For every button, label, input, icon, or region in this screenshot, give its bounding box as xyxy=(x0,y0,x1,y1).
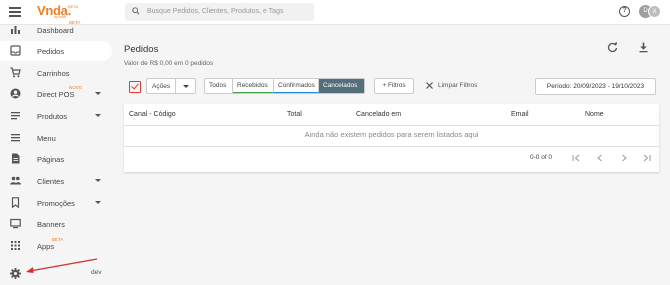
column-header-email[interactable]: Email xyxy=(511,111,529,118)
sidebar-item-direct-pos[interactable]: Direct POS NOVO xyxy=(0,84,112,104)
search-icon xyxy=(132,7,140,15)
sidebar-item-carrinhos[interactable]: Carrinhos xyxy=(0,63,112,83)
orders-table: Canal - Código Total Cancelado em Email … xyxy=(124,104,659,172)
column-header-cancelado-em[interactable]: Cancelado em xyxy=(356,111,401,118)
avatar-initial-2: X xyxy=(648,5,661,18)
avatar[interactable]: D X xyxy=(639,5,661,18)
page-title: Pedidos xyxy=(124,44,159,55)
sidebar-item-label: Clientes xyxy=(37,177,65,186)
tab-todos[interactable]: Todos xyxy=(205,79,233,93)
tab-recebidos[interactable]: Recebidos xyxy=(233,79,274,93)
first-page-icon[interactable] xyxy=(571,153,581,163)
people-icon xyxy=(10,176,21,185)
sidebar-item-promocoes[interactable]: Promoções xyxy=(0,193,112,213)
sidebar-item-label: Páginas xyxy=(37,155,65,164)
actions-dropdown[interactable]: Ações xyxy=(146,78,196,94)
sidebar-item-label: Menu xyxy=(37,134,56,143)
grid-icon xyxy=(11,241,20,250)
sidebar-item-label: Pedidos xyxy=(37,47,65,56)
apps-beta-badge: BETA xyxy=(52,237,64,242)
inbox-icon xyxy=(10,45,21,56)
sidebar-item-label: Apps xyxy=(37,242,55,251)
logo-sub: by MBR xyxy=(54,15,67,19)
add-filters-button[interactable]: + Filtros xyxy=(374,78,414,94)
header-divider xyxy=(124,125,659,126)
refresh-icon[interactable] xyxy=(607,42,618,53)
select-all-checkbox[interactable] xyxy=(129,81,141,93)
list-icon xyxy=(11,112,20,120)
dashboard-beta-badge: BETA xyxy=(69,20,81,25)
search-placeholder: Busque Pedidos, Clientes, Produtos, e Ta… xyxy=(147,8,284,15)
sidebar-item-paginas[interactable]: Páginas xyxy=(0,149,112,169)
cart-icon xyxy=(10,67,21,78)
bar-chart-icon xyxy=(11,26,20,34)
search-input[interactable]: Busque Pedidos, Clientes, Produtos, e Ta… xyxy=(125,3,314,21)
sidebar-item-clientes[interactable]: Clientes xyxy=(0,171,112,191)
bookmark-icon xyxy=(11,197,20,208)
chevron-down-icon xyxy=(95,179,101,182)
logo-beta-badge: BETA xyxy=(68,4,79,9)
hamburger-menu-icon[interactable] xyxy=(9,7,21,17)
download-icon[interactable] xyxy=(638,42,649,53)
status-tabs: Todos Recebidos Confirmados Cancelados xyxy=(204,78,365,94)
novo-badge: NOVO xyxy=(69,85,83,90)
sidebar-item-pedidos[interactable]: Pedidos xyxy=(0,41,112,61)
tab-confirmados[interactable]: Confirmados xyxy=(274,79,319,93)
sidebar-item-dashboard[interactable]: Dashboard BETA xyxy=(0,20,112,40)
next-page-icon[interactable] xyxy=(619,153,629,163)
document-icon xyxy=(12,153,20,164)
tab-cancelados[interactable]: Cancelados xyxy=(319,79,364,93)
previous-page-icon[interactable] xyxy=(595,153,605,163)
sidebar-item-produtos[interactable]: Produtos xyxy=(0,106,112,126)
sidebar-item-label: Direct POS xyxy=(37,90,75,99)
chevron-down-icon xyxy=(95,92,101,95)
last-page-icon[interactable] xyxy=(642,153,652,163)
footer-divider xyxy=(124,146,659,147)
sidebar-item-label: Carrinhos xyxy=(37,69,70,78)
sidebar-item-label: Dashboard xyxy=(37,26,74,35)
sidebar-item-menu[interactable]: Menu xyxy=(0,128,112,148)
page-subtitle: Valor de R$ 0,00 em 0 pedidos xyxy=(124,60,214,67)
person-icon xyxy=(10,88,21,99)
chevron-down-icon xyxy=(95,201,101,204)
sidebar-item-label: Promoções xyxy=(37,199,75,208)
pagination-range: 0-0 of 0 xyxy=(530,154,553,161)
gear-icon[interactable] xyxy=(10,268,21,279)
sidebar-item-apps[interactable]: Apps BETA xyxy=(0,236,112,256)
actions-divider xyxy=(175,79,176,93)
clear-filters-button[interactable]: Limpar Filtros xyxy=(426,78,486,94)
clear-filters-label: Limpar Filtros xyxy=(438,82,478,89)
menu-icon xyxy=(11,134,20,142)
annotation-arrow xyxy=(26,258,98,273)
help-icon[interactable]: ? xyxy=(619,6,630,17)
monitor-icon xyxy=(10,218,21,229)
actions-label: Ações xyxy=(152,83,171,90)
sidebar: Dashboard BETA Pedidos Carrinhos Direct … xyxy=(0,20,112,285)
chevron-down-icon xyxy=(95,114,101,117)
sidebar-item-label: Produtos xyxy=(37,112,68,121)
column-header-canal-codigo[interactable]: Canal - Código xyxy=(129,111,176,118)
column-header-nome[interactable]: Nome xyxy=(585,111,604,118)
period-picker[interactable]: Período: 20/09/2023 - 19/10/2023 xyxy=(535,78,656,95)
close-icon xyxy=(426,82,433,89)
caret-down-icon[interactable] xyxy=(183,85,189,88)
column-header-total[interactable]: Total xyxy=(287,111,302,118)
empty-state-message: Ainda não existem pedidos para serem lis… xyxy=(304,130,479,139)
sidebar-item-banners[interactable]: Banners xyxy=(0,214,112,234)
sidebar-item-label: Banners xyxy=(37,220,65,229)
